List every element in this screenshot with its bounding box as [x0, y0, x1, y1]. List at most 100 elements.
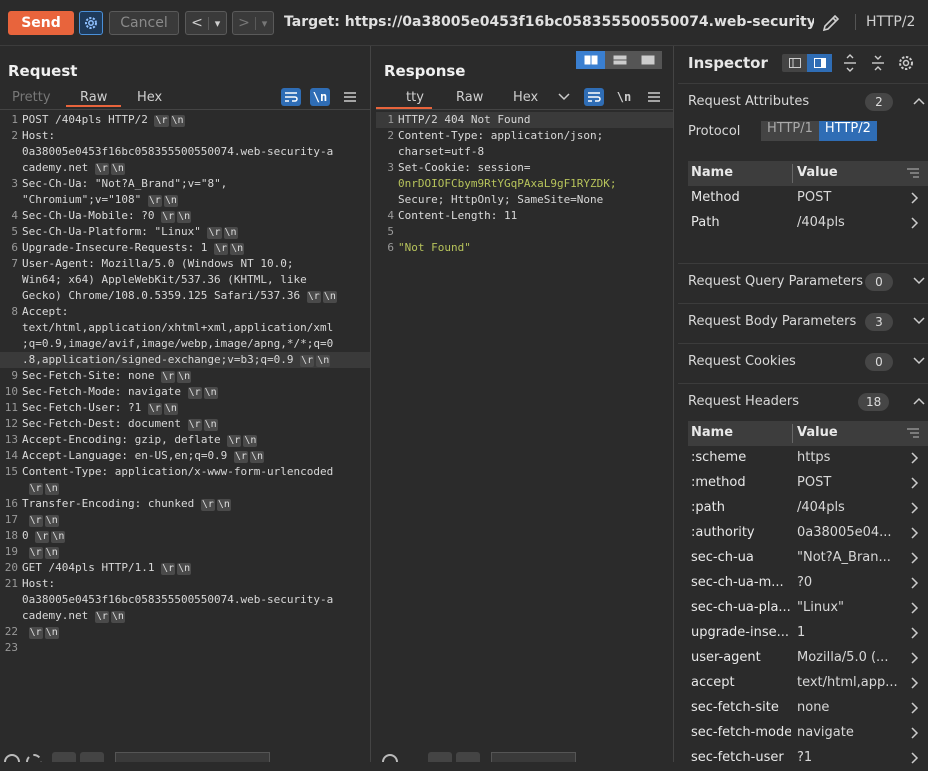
table-row[interactable]: :path/404pls — [688, 496, 928, 521]
forward-button-group[interactable]: > ▾ — [232, 11, 274, 35]
collapse-all-icon[interactable] — [870, 54, 886, 72]
gear-icon[interactable] — [26, 754, 42, 762]
word-wrap-toggle[interactable] — [584, 88, 604, 106]
line-content: Sec-Ch-Ua: "Not?A_Brand";v="8", — [22, 176, 227, 192]
table-row[interactable]: :method POST — [688, 471, 928, 496]
table-row[interactable]: sec-fetch-mode navigate — [688, 721, 928, 746]
request-menu-button[interactable] — [340, 88, 360, 106]
request-pane: Request Pretty Raw Hex \n 1 POST /404pls … — [0, 46, 371, 762]
protocol-http1-option[interactable]: HTTP/1 — [761, 121, 819, 141]
table-row[interactable]: :scheme https — [688, 446, 928, 471]
chevron-right-icon[interactable] — [908, 751, 920, 765]
chevron-right-icon[interactable] — [908, 476, 920, 490]
forward-button[interactable]: > — [233, 15, 255, 31]
edit-target-button[interactable] — [820, 12, 842, 38]
code-line: 0a38005e0453f16bc058355500550074.web-sec… — [0, 592, 370, 608]
tab-hex[interactable]: Hex — [513, 90, 538, 105]
layout-tabs-button[interactable] — [634, 51, 662, 69]
tab-hex[interactable]: Hex — [137, 90, 162, 105]
chevron-right-icon[interactable] — [908, 526, 920, 540]
section-query-parameters[interactable]: Request Query Parameters 0 — [678, 263, 928, 303]
section-label[interactable]: Request Headers — [688, 394, 799, 409]
table-row[interactable]: accept text/html,app... — [688, 671, 928, 696]
forward-history-dropdown[interactable]: ▾ — [255, 16, 273, 30]
table-row[interactable]: sec-ch-ua "Not?A_Bran... — [688, 546, 928, 571]
list-icon — [788, 58, 801, 68]
filter-icon[interactable] — [906, 426, 920, 440]
section-label[interactable]: Request Cookies — [688, 354, 796, 369]
back-button[interactable]: < — [186, 15, 208, 31]
chevron-right-icon[interactable] — [908, 601, 920, 615]
help-icon[interactable] — [382, 754, 398, 762]
crlf-marker: \r — [28, 627, 43, 639]
table-row[interactable]: sec-ch-ua-m... ?0 — [688, 571, 928, 596]
chevron-right-icon[interactable] — [908, 626, 920, 640]
tab-raw[interactable]: Raw — [66, 90, 122, 107]
tab-pretty[interactable]: Pretty — [12, 90, 51, 105]
settings-gear-button[interactable] — [79, 11, 103, 35]
prev-match-button[interactable] — [52, 752, 76, 762]
help-icon[interactable] — [4, 754, 20, 762]
chevron-right-icon[interactable] — [908, 651, 920, 665]
search-input[interactable] — [491, 752, 576, 762]
chevron-right-icon[interactable] — [908, 676, 920, 690]
chevron-right-icon[interactable] — [908, 501, 920, 515]
chevron-down-icon[interactable] — [912, 314, 926, 328]
filter-icon[interactable] — [906, 166, 920, 180]
render-dropdown[interactable] — [557, 90, 571, 108]
back-history-dropdown[interactable]: ▾ — [208, 16, 226, 30]
chevron-right-icon[interactable] — [908, 216, 920, 230]
send-button[interactable]: Send — [8, 11, 74, 35]
table-row[interactable]: upgrade-inse... 1 — [688, 621, 928, 646]
section-label[interactable]: Request Query Parameters — [688, 274, 863, 289]
chevron-up-icon[interactable] — [912, 94, 926, 108]
tab-raw[interactable]: Raw — [456, 90, 483, 105]
inspector-layout-list-button[interactable] — [782, 54, 807, 72]
header-name: Content-Type: — [22, 465, 109, 478]
section-label[interactable]: Request Body Parameters — [688, 314, 856, 329]
layout-side-by-side-button[interactable] — [576, 51, 605, 69]
next-match-button[interactable] — [80, 752, 104, 762]
line-number: 5 — [11, 225, 18, 238]
word-wrap-toggle[interactable] — [281, 88, 301, 106]
line-text: session= — [470, 161, 531, 174]
chevron-right-icon[interactable] — [908, 451, 920, 465]
protocol-http2-option[interactable]: HTTP/2 — [818, 121, 877, 141]
table-row[interactable]: sec-ch-ua-pla... "Linux" — [688, 596, 928, 621]
chevron-right-icon[interactable] — [908, 191, 920, 205]
tab-pretty[interactable]: tty — [376, 90, 432, 109]
row-value: 1 — [797, 625, 806, 640]
prev-match-button[interactable] — [428, 752, 452, 762]
chevron-right-icon[interactable] — [908, 726, 920, 740]
header-name: Content-Type: — [398, 129, 485, 142]
section-body-parameters[interactable]: Request Body Parameters 3 — [678, 303, 928, 343]
section-label[interactable]: Request Attributes — [688, 94, 809, 109]
search-input[interactable] — [115, 752, 270, 762]
section-cookies[interactable]: Request Cookies 0 — [678, 343, 928, 383]
chevron-right-icon[interactable] — [908, 576, 920, 590]
chevron-right-icon[interactable] — [908, 701, 920, 715]
crlf-marker: \n — [110, 163, 125, 175]
gear-icon[interactable] — [897, 54, 915, 72]
next-match-button[interactable] — [456, 752, 480, 762]
table-row[interactable]: sec-fetch-site none — [688, 696, 928, 721]
table-row[interactable]: user-agent Mozilla/5.0 (... — [688, 646, 928, 671]
chevron-down-icon[interactable] — [912, 354, 926, 368]
table-row[interactable]: Path/404pls — [688, 211, 928, 236]
table-row[interactable]: :authority 0a38005e04... — [688, 521, 928, 546]
line-number: 5 — [387, 225, 394, 238]
cancel-button[interactable]: Cancel — [109, 11, 179, 35]
expand-all-icon[interactable] — [842, 54, 858, 72]
table-row[interactable]: Method POST — [688, 186, 928, 211]
table-row[interactable]: sec-fetch-user ?1 — [688, 746, 928, 771]
back-button-group[interactable]: < ▾ — [185, 11, 227, 35]
chevron-down-icon[interactable] — [912, 274, 926, 288]
chevron-right-icon[interactable] — [908, 551, 920, 565]
newline-toggle[interactable]: \n — [614, 88, 634, 106]
chevron-up-icon[interactable] — [912, 394, 926, 408]
newline-toggle[interactable]: \n — [310, 88, 330, 106]
response-menu-button[interactable] — [644, 88, 664, 106]
line-number: 7 — [11, 257, 18, 270]
inspector-layout-panel-button[interactable] — [807, 54, 832, 72]
layout-stacked-button[interactable] — [605, 51, 634, 69]
